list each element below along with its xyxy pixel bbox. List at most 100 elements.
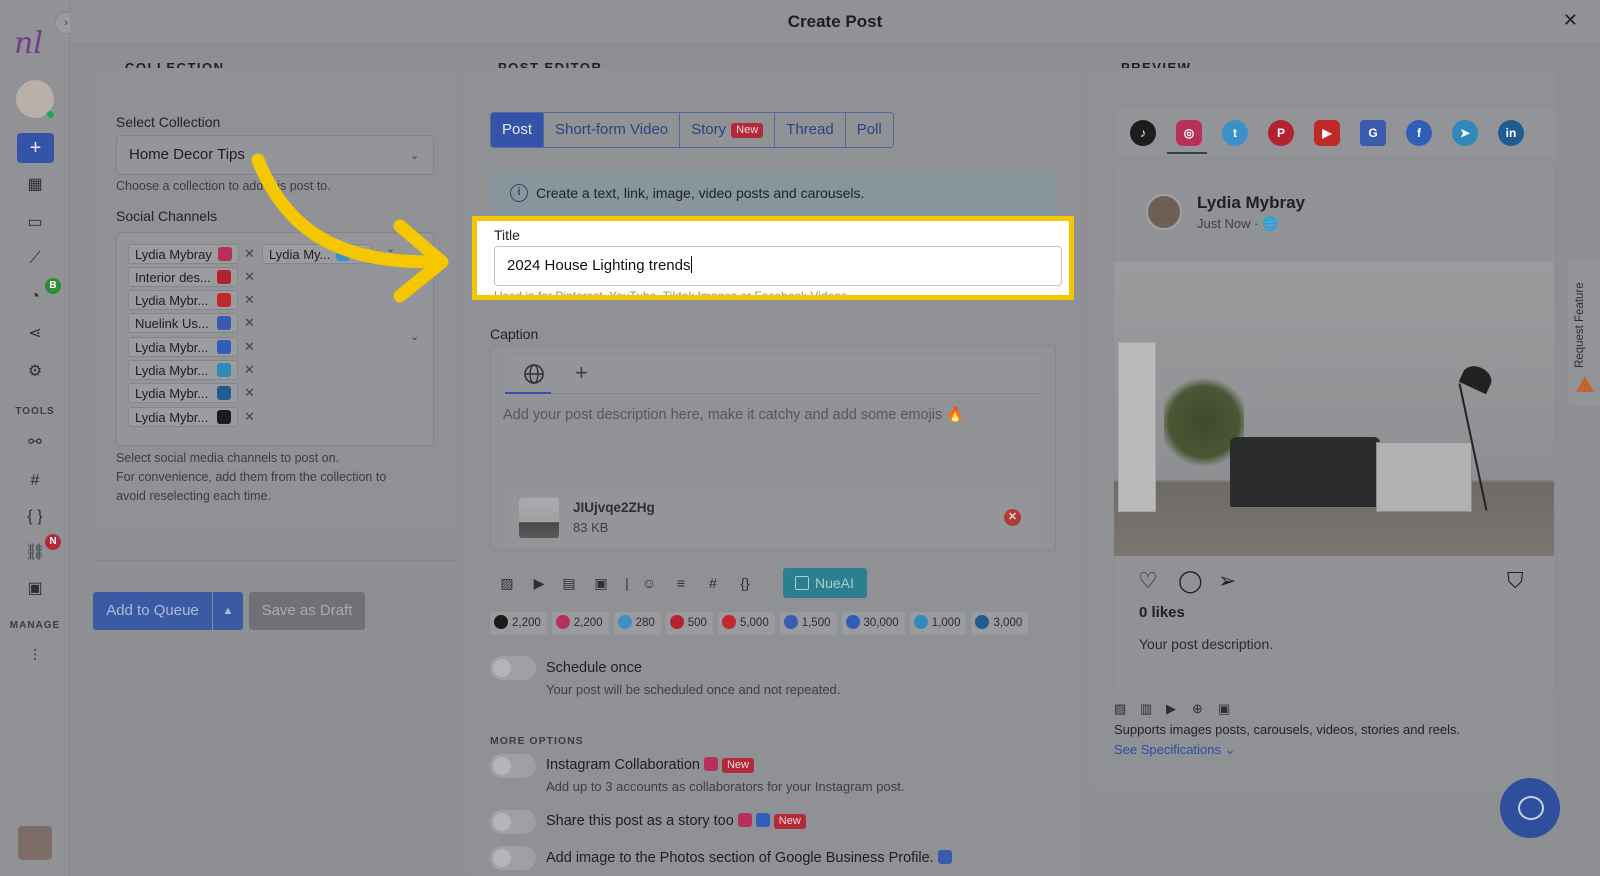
info-icon: i	[510, 184, 528, 202]
tab-short-form-video[interactable]: Short-form Video	[544, 113, 681, 147]
photo-sofa	[1230, 437, 1380, 507]
calendar-icon[interactable]: ▦	[24, 174, 46, 196]
gallery-icon[interactable]: ▣	[590, 572, 612, 594]
emoji-icon[interactable]: ☺	[638, 572, 660, 594]
share-icon[interactable]: ⋖	[24, 323, 46, 345]
title-input[interactable]: 2024 House Lighting trends	[494, 246, 1062, 286]
tab-post[interactable]: Post	[491, 113, 545, 147]
save-as-draft-button[interactable]: Save as Draft	[249, 592, 365, 630]
title-field-highlight: Title 2024 House Lighting trends Used in…	[472, 216, 1074, 300]
short-link-icon[interactable]: ⛓	[24, 542, 46, 564]
chat-support-button[interactable]	[1500, 778, 1560, 838]
see-specifications-link[interactable]: See Specifications ⌄	[1114, 742, 1235, 758]
info-text: Create a text, link, image, video posts …	[536, 185, 865, 201]
google-business-icon	[217, 316, 231, 330]
channel-chip[interactable]: Interior des...	[128, 267, 238, 287]
magic-wand-icon[interactable]: ⟋	[24, 248, 46, 270]
globe-icon[interactable]	[523, 363, 545, 385]
instagram-icon[interactable]: ◎	[1176, 120, 1202, 146]
sliders-icon[interactable]: ⫶	[24, 646, 46, 668]
modal-title: Create Post	[787, 12, 883, 31]
remove-channel-icon[interactable]: ✕	[244, 409, 255, 425]
title-hint: Used in for Pinterest, YouTube, Tiktok I…	[494, 289, 847, 300]
google-photos-toggle[interactable]	[490, 846, 536, 870]
caption-editor[interactable]: + Add your post description here, make i…	[490, 345, 1056, 551]
hashtag-icon[interactable]: #	[702, 572, 724, 594]
variables-icon[interactable]: {}	[734, 572, 756, 594]
char-count-pinterest: 500	[665, 612, 713, 635]
google-business-icon[interactable]: G	[1360, 120, 1386, 146]
channel-chip[interactable]: Lydia Mybr...	[128, 290, 238, 310]
youtube-icon	[217, 293, 231, 307]
new-post-button[interactable]: +	[17, 133, 54, 163]
share-story-toggle[interactable]	[490, 810, 536, 834]
video-icon[interactable]: ▶	[528, 572, 550, 594]
post-description: Your post description.	[1139, 636, 1274, 652]
reel-icon: ▣	[1218, 701, 1231, 716]
char-count-tiktok: 2,200	[490, 612, 547, 635]
schedule-once-sub: Your post will be scheduled once and not…	[546, 682, 841, 697]
tiktok-icon[interactable]: ♪	[1130, 120, 1156, 146]
photo-door	[1118, 342, 1156, 512]
channel-chip[interactable]: Lydia Mybr...	[128, 383, 238, 403]
image-icon[interactable]: ▨	[496, 572, 518, 594]
curly-braces-icon[interactable]: { }	[24, 506, 46, 528]
youtube-icon[interactable]: ▶	[1314, 120, 1340, 146]
user-avatar[interactable]	[18, 826, 52, 860]
document-icon[interactable]: ▤	[558, 572, 580, 594]
tab-story[interactable]: Story New	[680, 113, 776, 147]
instagram-collab-toggle[interactable]	[490, 754, 536, 778]
channel-chip[interactable]: Nuelink Us...	[128, 313, 238, 333]
linkedin-icon	[217, 386, 231, 400]
caption-placeholder[interactable]: Add your post description here, make it …	[503, 406, 964, 423]
linkedin-icon[interactable]: in	[1498, 120, 1524, 146]
remove-channel-icon[interactable]: ✕	[244, 385, 255, 401]
close-icon[interactable]: ✕	[1563, 10, 1578, 31]
channel-chip[interactable]: Lydia Mybray	[128, 244, 239, 264]
profile-avatar	[1146, 194, 1182, 230]
selected-platform-indicator	[1167, 152, 1207, 154]
attachment-thumbnail[interactable]	[519, 498, 559, 538]
post-type-tabs: Post Short-form Video Story New Thread Po…	[490, 112, 894, 148]
toolbar-separator: |	[625, 575, 629, 591]
remove-channel-icon[interactable]: ✕	[244, 339, 255, 355]
active-tab-indicator	[505, 392, 551, 394]
modal-header: Create Post ✕	[70, 0, 1600, 44]
channel-chip[interactable]: Lydia Mybr...	[128, 360, 238, 380]
manage-section-label: MANAGE	[9, 620, 61, 631]
telegram-icon[interactable]: ➤	[1452, 120, 1478, 146]
media-library-icon[interactable]: ▣	[24, 578, 46, 600]
queue-options-caret-button[interactable]: ▲	[213, 592, 243, 630]
online-status-dot	[46, 110, 55, 119]
facebook-icon[interactable]: f	[1406, 120, 1432, 146]
channel-chip[interactable]: Lydia Mybr...	[128, 337, 238, 357]
telegram-icon	[217, 363, 231, 377]
new-badge: New	[773, 814, 806, 829]
channel-chip[interactable]: Lydia Mybr...	[128, 407, 238, 427]
hashtag-icon[interactable]: #	[24, 470, 46, 492]
twitter-icon[interactable]: t	[1222, 120, 1248, 146]
chevron-down-icon[interactable]: ⌄	[410, 330, 419, 343]
remove-attachment-icon[interactable]: ✕	[1004, 509, 1021, 526]
nueai-button[interactable]: NueAI	[783, 568, 867, 598]
tab-thread[interactable]: Thread	[775, 113, 846, 147]
pinterest-icon[interactable]: P	[1268, 120, 1294, 146]
request-feature-tab[interactable]: Request Feature	[1568, 260, 1600, 406]
add-to-queue-button[interactable]: Add to Queue	[93, 592, 212, 630]
schedule-once-toggle[interactable]	[490, 656, 536, 680]
text-align-icon[interactable]: ≡	[670, 572, 692, 594]
folder-icon[interactable]: ▭	[24, 212, 46, 234]
add-language-icon[interactable]: +	[575, 360, 588, 386]
likes-count: 0 likes	[1139, 604, 1185, 621]
analytics-icon[interactable]: ◔	[24, 286, 46, 308]
channels-hint: Select social media channels to post on.	[116, 451, 340, 465]
attachment-name: JIUjvqe2ZHg	[573, 500, 655, 515]
google-photos-title: Add image to the Photos section of Googl…	[546, 850, 952, 866]
settings-gear-icon[interactable]: ⚙	[24, 361, 46, 383]
tab-poll[interactable]: Poll	[845, 113, 893, 147]
remove-channel-icon[interactable]: ✕	[244, 315, 255, 331]
link-icon[interactable]: ⚯	[24, 432, 46, 454]
facebook-icon	[217, 340, 231, 354]
remove-channel-icon[interactable]: ✕	[244, 362, 255, 378]
instagram-icon	[217, 247, 232, 261]
